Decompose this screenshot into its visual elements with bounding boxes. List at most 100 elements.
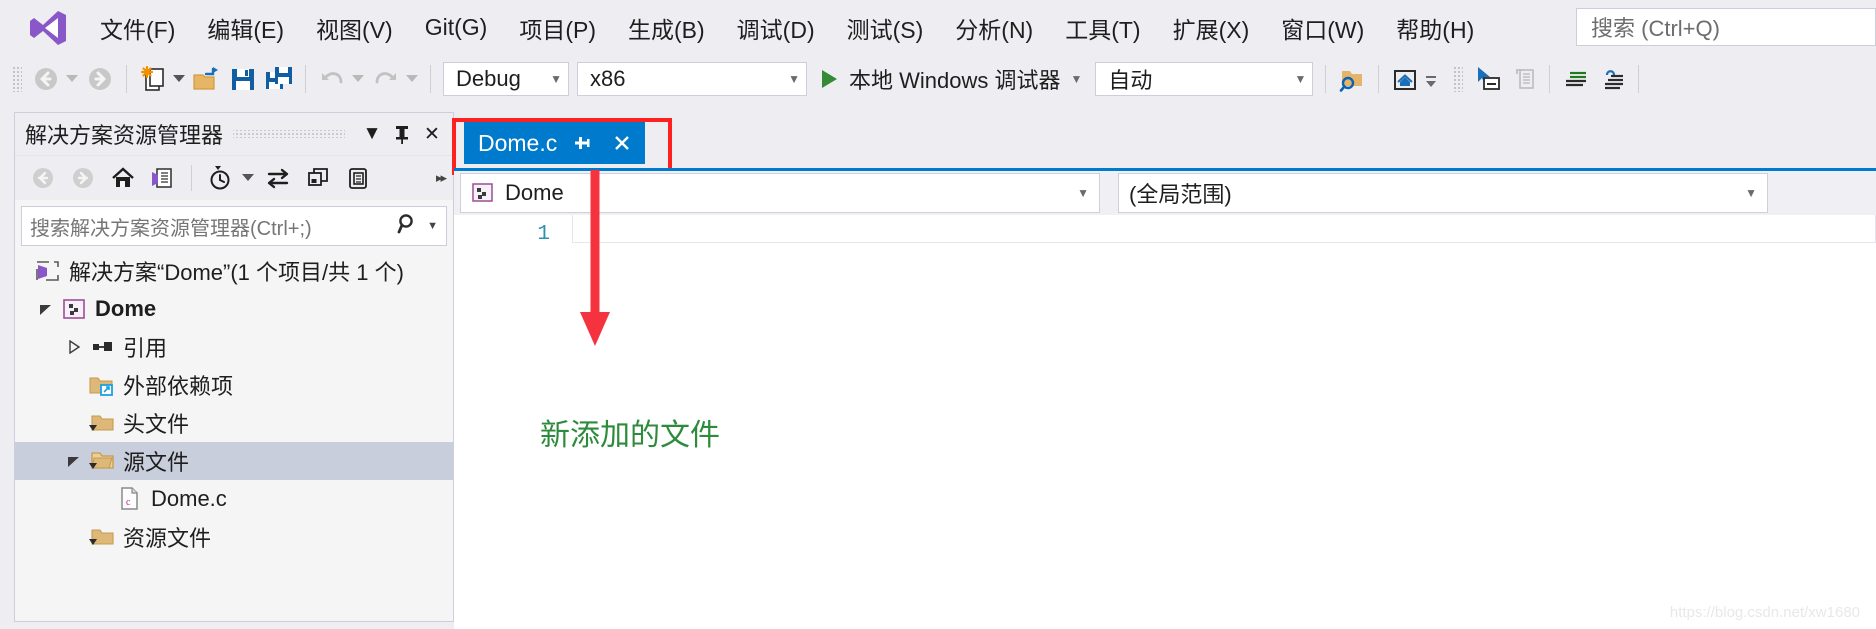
quick-search-input[interactable]: 搜索 (Ctrl+Q): [1576, 8, 1876, 46]
tree-item-label: 引用: [123, 336, 168, 361]
tree-item-references[interactable]: 引用: [15, 328, 453, 366]
navbar-scope-value: (全局范围): [1129, 182, 1232, 207]
chevron-down-icon: ▼: [788, 72, 800, 86]
menu-item-debug[interactable]: 调试(D): [721, 5, 831, 51]
copy-lines-icon[interactable]: [1506, 62, 1540, 96]
toolbar-separator-7: [1638, 65, 1640, 93]
standard-toolbar: Debug ▼ x86 ▼ 本地 Windows 调试器 ▼ 自动 ▼: [0, 55, 1876, 103]
refresh-icon[interactable]: [300, 161, 336, 195]
navigate-forward-icon[interactable]: [83, 62, 117, 96]
solution-explorer-title: 解决方案资源管理器: [25, 123, 224, 148]
solution-configuration-value: Debug: [456, 66, 521, 91]
solution-platform-value: x86: [590, 66, 626, 91]
chevron-down-icon: ▼: [1294, 72, 1307, 86]
quick-search-placeholder: 搜索 (Ctrl+Q): [1591, 16, 1720, 41]
project-icon: [59, 297, 89, 321]
show-all-files-icon[interactable]: [340, 161, 376, 195]
debug-target-combo[interactable]: 自动 ▼: [1095, 62, 1314, 96]
tree-item-external-dependencies[interactable]: 外部依赖项: [15, 366, 453, 404]
new-project-dropdown-icon[interactable]: [171, 62, 187, 96]
menu-item-project[interactable]: 项目(P): [503, 5, 612, 51]
solution-view-icon[interactable]: [145, 161, 181, 195]
chevron-down-icon: ▼: [1077, 186, 1089, 200]
solution-search-input[interactable]: 搜索解决方案资源管理器(Ctrl+;) ▼: [21, 206, 447, 246]
undo-icon[interactable]: [315, 62, 349, 96]
visual-studio-logo-icon: [26, 8, 70, 48]
expander-icon[interactable]: [33, 302, 59, 316]
c-file-icon: c: [115, 486, 145, 512]
menu-item-file[interactable]: 文件(F): [84, 5, 191, 51]
tree-item-header-files[interactable]: 头文件: [15, 404, 453, 442]
back-icon[interactable]: [25, 161, 61, 195]
redo-dropdown-icon[interactable]: [404, 62, 420, 96]
start-debugging-button[interactable]: 本地 Windows 调试器 ▼: [811, 62, 1089, 96]
sync-with-active-document-icon[interactable]: [260, 161, 296, 195]
external-dependencies-icon: [87, 373, 117, 397]
forward-icon[interactable]: [65, 161, 101, 195]
menu-item-window[interactable]: 窗口(W): [1265, 5, 1380, 51]
comment-lines-icon[interactable]: [1559, 62, 1593, 96]
tree-item-project-dome[interactable]: Dome: [15, 290, 453, 328]
select-tool-icon[interactable]: [1470, 62, 1504, 96]
new-project-icon[interactable]: [136, 62, 170, 96]
uncomment-lines-icon[interactable]: [1595, 62, 1629, 96]
close-icon[interactable]: ✕: [419, 121, 445, 147]
find-in-files-icon[interactable]: [1335, 62, 1369, 96]
menu-item-git[interactable]: Git(G): [409, 8, 504, 47]
pin-icon[interactable]: [567, 128, 597, 158]
pin-icon[interactable]: [389, 121, 415, 147]
home-icon[interactable]: [1388, 62, 1422, 96]
toolbar-grip-2[interactable]: [1453, 66, 1464, 92]
pending-changes-dropdown-icon[interactable]: [240, 161, 256, 195]
solution-platform-combo[interactable]: x86 ▼: [577, 62, 807, 96]
menu-item-tools[interactable]: 工具(T): [1049, 5, 1156, 51]
navbar-project-value: Dome: [505, 180, 564, 205]
tree-item-solution[interactable]: 解决方案“Dome”(1 个项目/共 1 个): [15, 252, 453, 290]
home-icon[interactable]: [105, 161, 141, 195]
document-tab-dome-c[interactable]: Dome.c: [464, 122, 646, 164]
dropdown-menu-icon[interactable]: ▼: [359, 121, 385, 147]
editor-text-area[interactable]: [572, 215, 1876, 243]
tree-item-dome-c[interactable]: c Dome.c: [15, 480, 453, 518]
navbar-project-combo[interactable]: Dome ▼: [460, 173, 1100, 213]
expander-icon[interactable]: [61, 340, 87, 354]
menu-item-edit[interactable]: 编辑(E): [191, 5, 300, 51]
tree-item-label: Dome.c: [151, 486, 227, 511]
menu-item-help[interactable]: 帮助(H): [1380, 5, 1490, 51]
toolbar-grip[interactable]: [12, 66, 22, 92]
undo-dropdown-icon[interactable]: [350, 62, 366, 96]
navbar-scope-combo[interactable]: (全局范围) ▼: [1118, 173, 1768, 213]
chevron-down-icon[interactable]: ▼: [1070, 72, 1082, 86]
menu-bar: 文件(F) 编辑(E) 视图(V) Git(G) 项目(P) 生成(B) 调试(…: [0, 0, 1876, 55]
toolbar-overflow-icon[interactable]: [1423, 62, 1439, 96]
toolbar-separator-5: [1378, 65, 1380, 93]
expander-icon[interactable]: [61, 454, 87, 468]
navigate-back-icon[interactable]: [29, 62, 63, 96]
menu-item-analyze[interactable]: 分析(N): [939, 5, 1049, 51]
menu-item-extensions[interactable]: 扩展(X): [1157, 5, 1266, 51]
play-icon: [822, 70, 837, 88]
tree-item-resource-files[interactable]: 资源文件: [15, 518, 453, 556]
watermark-text: https://blog.csdn.net/xw1680: [1669, 604, 1860, 621]
toolbar-separator-6: [1549, 65, 1551, 93]
open-file-icon[interactable]: [190, 62, 224, 96]
header-folder-icon: [87, 411, 117, 435]
tree-item-source-files[interactable]: 源文件: [15, 442, 453, 480]
save-all-icon[interactable]: [262, 62, 296, 96]
navigate-back-dropdown-icon[interactable]: [64, 62, 80, 96]
menu-item-view[interactable]: 视图(V): [300, 5, 409, 51]
menu-item-build[interactable]: 生成(B): [612, 5, 721, 51]
save-icon[interactable]: [226, 62, 260, 96]
references-icon: [87, 335, 117, 359]
overflow-icon[interactable]: ▸▸: [436, 170, 447, 186]
search-options-dropdown-icon[interactable]: ▼: [427, 220, 438, 232]
source-folder-icon: [87, 449, 117, 473]
menu-item-test[interactable]: 测试(S): [831, 5, 940, 51]
close-icon[interactable]: [607, 128, 637, 158]
document-tab-strip: Dome.c: [454, 112, 1876, 170]
debug-target-value: 自动: [1108, 68, 1153, 93]
pending-changes-icon[interactable]: [202, 161, 238, 195]
solution-configuration-combo[interactable]: Debug ▼: [443, 62, 569, 96]
redo-icon[interactable]: [369, 62, 403, 96]
search-icon[interactable]: [397, 213, 419, 240]
